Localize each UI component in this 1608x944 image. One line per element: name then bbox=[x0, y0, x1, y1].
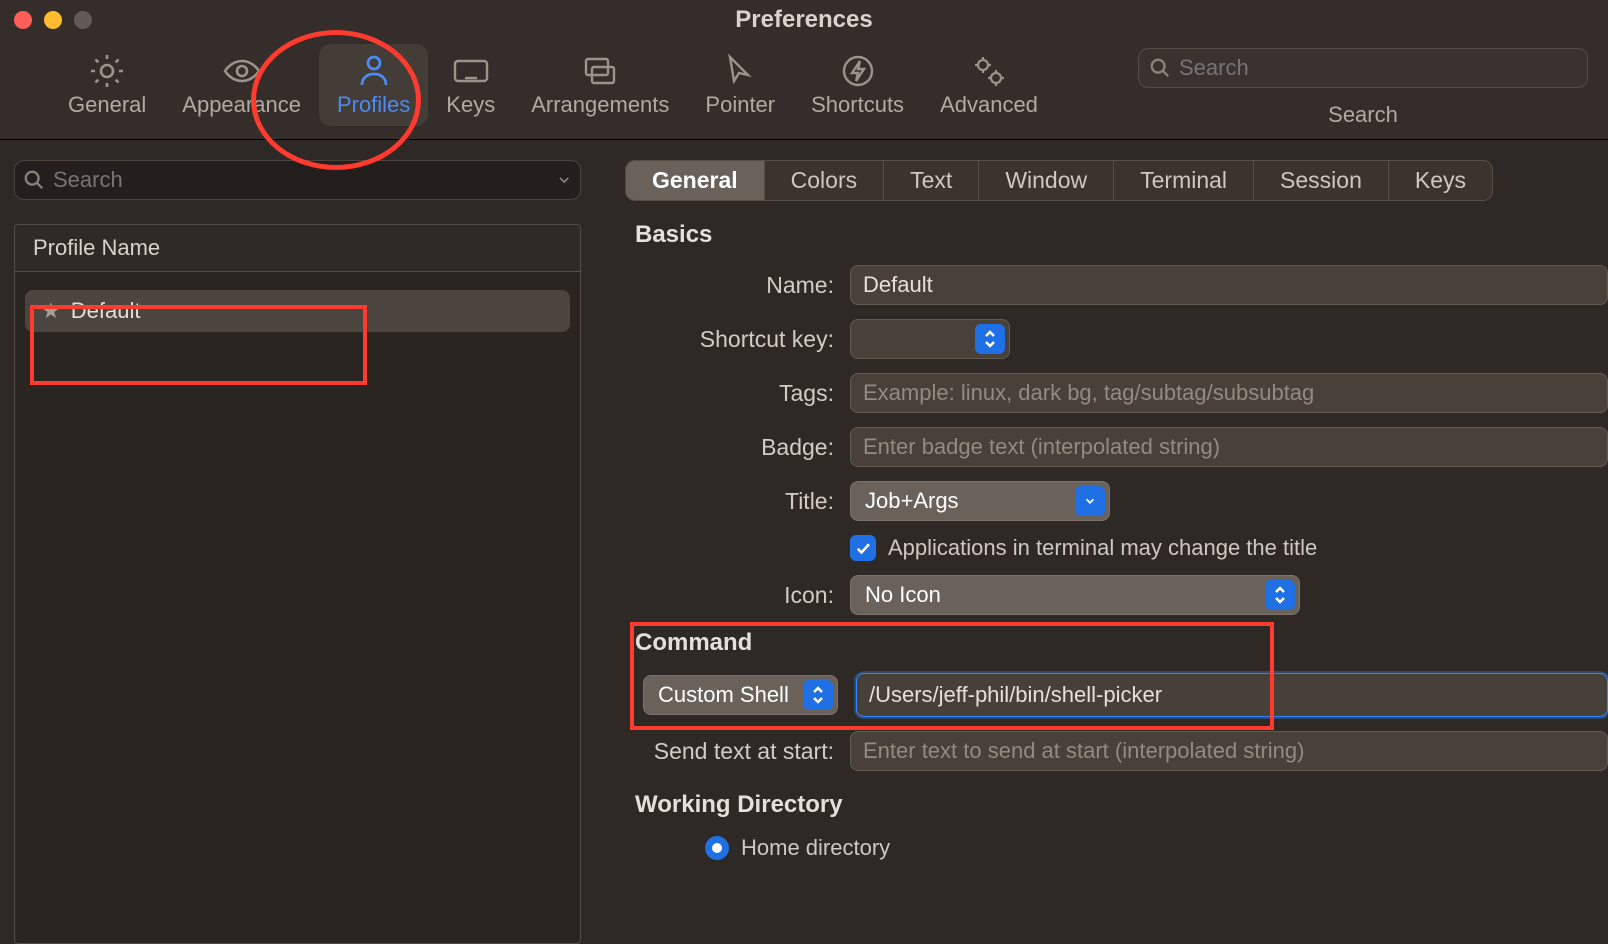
chevron-down-icon[interactable] bbox=[556, 171, 572, 189]
subtab-colors[interactable]: Colors bbox=[764, 160, 884, 201]
profile-row-label: Default bbox=[71, 298, 141, 324]
subtab-keys[interactable]: Keys bbox=[1388, 160, 1493, 201]
gears-icon bbox=[969, 50, 1009, 92]
tab-shortcuts-label: Shortcuts bbox=[811, 92, 904, 118]
send-text-input[interactable] bbox=[863, 738, 1595, 764]
tab-profiles[interactable]: Profiles bbox=[319, 44, 428, 126]
tab-arrangements[interactable]: Arrangements bbox=[513, 44, 687, 126]
toolbar-search-input[interactable] bbox=[1179, 55, 1577, 81]
title-select[interactable]: Job+Args bbox=[850, 481, 1110, 521]
shell-type-value: Custom Shell bbox=[658, 682, 789, 708]
shortcut-label: Shortcut key: bbox=[635, 326, 850, 353]
toolbar-search-field[interactable] bbox=[1138, 48, 1588, 88]
tab-appearance-label: Appearance bbox=[182, 92, 301, 118]
tab-advanced-label: Advanced bbox=[940, 92, 1038, 118]
star-icon: ★ bbox=[41, 298, 61, 324]
stepper-icon bbox=[803, 680, 833, 710]
chevron-down-icon bbox=[1075, 486, 1105, 516]
cursor-icon bbox=[720, 50, 760, 92]
tab-keys-label: Keys bbox=[446, 92, 495, 118]
tab-shortcuts[interactable]: Shortcuts bbox=[793, 44, 922, 126]
shell-path-input[interactable] bbox=[869, 682, 1595, 708]
tab-appearance[interactable]: Appearance bbox=[164, 44, 319, 126]
windows-icon bbox=[580, 50, 620, 92]
stepper-icon bbox=[1265, 580, 1295, 610]
subtab-text[interactable]: Text bbox=[883, 160, 979, 201]
shell-path-field[interactable] bbox=[856, 673, 1608, 717]
subtab-window[interactable]: Window bbox=[978, 160, 1114, 201]
profile-subtabs: General Colors Text Window Terminal Sess… bbox=[625, 160, 1608, 201]
home-directory-radio[interactable] bbox=[705, 836, 729, 860]
tab-pointer[interactable]: Pointer bbox=[687, 44, 793, 126]
tab-general[interactable]: General bbox=[50, 44, 164, 126]
send-text-label: Send text at start: bbox=[635, 738, 850, 765]
badge-label: Badge: bbox=[635, 434, 850, 461]
gear-icon bbox=[87, 50, 127, 92]
stepper-icon[interactable] bbox=[975, 324, 1005, 354]
search-icon bbox=[23, 169, 45, 191]
title-label: Title: bbox=[635, 488, 850, 515]
tab-arrangements-label: Arrangements bbox=[531, 92, 669, 118]
window-title: Preferences bbox=[0, 6, 1608, 34]
name-field[interactable] bbox=[850, 265, 1608, 305]
profile-list-panel: Profile Name ★ Default bbox=[14, 224, 581, 944]
eye-icon bbox=[222, 50, 262, 92]
keyboard-icon bbox=[451, 50, 491, 92]
tab-keys[interactable]: Keys bbox=[428, 44, 513, 126]
preferences-toolbar: General Appearance Profiles Keys Arrange… bbox=[0, 40, 1608, 140]
command-heading: Command bbox=[635, 629, 1608, 657]
send-text-field[interactable] bbox=[850, 731, 1608, 771]
apps-change-title-label: Applications in terminal may change the … bbox=[888, 535, 1317, 561]
icon-select[interactable]: No Icon bbox=[850, 575, 1300, 615]
sidebar-search-input[interactable] bbox=[53, 167, 556, 193]
sidebar-search-field[interactable] bbox=[14, 160, 581, 200]
title-select-value: Job+Args bbox=[865, 488, 959, 514]
badge-field[interactable] bbox=[850, 427, 1608, 467]
bolt-icon bbox=[838, 50, 878, 92]
profile-detail-pane: General Colors Text Window Terminal Sess… bbox=[595, 140, 1608, 944]
toolbar-search-label: Search bbox=[1138, 102, 1588, 128]
tab-advanced[interactable]: Advanced bbox=[922, 44, 1056, 126]
home-directory-label: Home directory bbox=[741, 835, 890, 861]
profile-row-default[interactable]: ★ Default bbox=[25, 290, 570, 332]
badge-input[interactable] bbox=[863, 434, 1595, 460]
subtab-general[interactable]: General bbox=[625, 160, 765, 201]
name-label: Name: bbox=[635, 272, 850, 299]
search-icon bbox=[1149, 57, 1171, 79]
shell-type-select[interactable]: Custom Shell bbox=[643, 675, 838, 715]
working-dir-heading: Working Directory bbox=[635, 791, 1608, 819]
name-input[interactable] bbox=[863, 272, 1595, 298]
titlebar: Preferences bbox=[0, 0, 1608, 40]
basics-heading: Basics bbox=[635, 221, 1608, 249]
tab-pointer-label: Pointer bbox=[705, 92, 775, 118]
profiles-sidebar: Profile Name ★ Default bbox=[0, 140, 595, 944]
tab-profiles-label: Profiles bbox=[337, 92, 410, 118]
shortcut-key-field[interactable] bbox=[850, 319, 1010, 359]
profile-list-header: Profile Name bbox=[15, 225, 580, 272]
tags-label: Tags: bbox=[635, 380, 850, 407]
subtab-terminal[interactable]: Terminal bbox=[1113, 160, 1254, 201]
person-icon bbox=[354, 50, 394, 92]
tags-input[interactable] bbox=[863, 380, 1595, 406]
icon-select-value: No Icon bbox=[865, 582, 941, 608]
subtab-session[interactable]: Session bbox=[1253, 160, 1389, 201]
tags-field[interactable] bbox=[850, 373, 1608, 413]
tab-general-label: General bbox=[68, 92, 146, 118]
apps-change-title-checkbox[interactable] bbox=[850, 535, 876, 561]
icon-label: Icon: bbox=[635, 582, 850, 609]
